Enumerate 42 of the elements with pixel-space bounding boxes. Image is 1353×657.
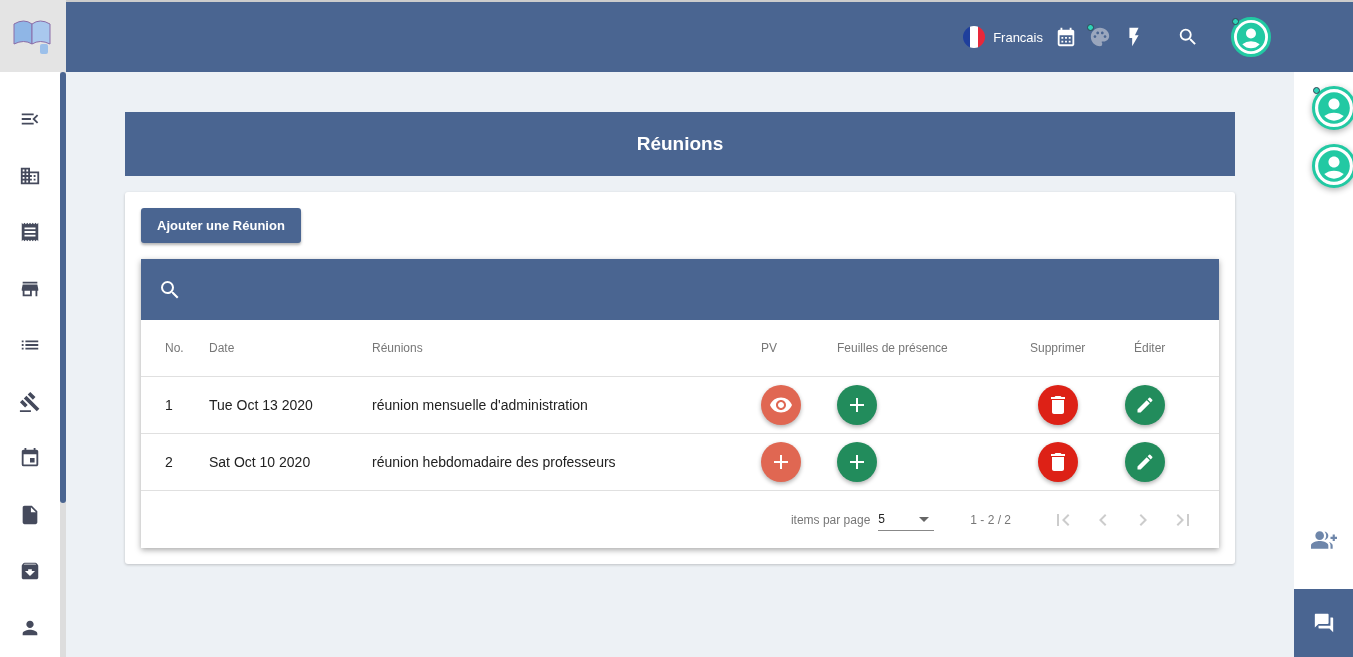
calendar-icon[interactable] xyxy=(19,447,41,469)
pencil-icon xyxy=(1135,452,1155,472)
delete-button[interactable] xyxy=(1038,385,1078,425)
calendar-icon[interactable] xyxy=(1055,26,1077,48)
chat-icon xyxy=(1312,612,1335,634)
column-header: Éditer xyxy=(1134,341,1167,355)
pencil-icon xyxy=(1135,395,1155,415)
palette-icon[interactable] xyxy=(1089,26,1111,48)
edit-button[interactable] xyxy=(1125,442,1165,482)
dropdown-caret-icon xyxy=(919,516,930,522)
archive-icon[interactable] xyxy=(19,560,41,582)
table-cell-text: Sat Oct 10 2020 xyxy=(209,454,312,470)
table-cell-text: 2 xyxy=(165,454,174,470)
table-cell-text: 1 xyxy=(165,397,174,413)
chat-button[interactable] xyxy=(1294,589,1353,657)
items-per-page-label: items par page xyxy=(790,512,871,527)
table-cell-text: réunion mensuelle d'administration xyxy=(372,397,589,413)
page-size-select[interactable]: 5 xyxy=(878,508,935,531)
page-title: Réunions xyxy=(125,112,1235,176)
language-label[interactable]: Francais xyxy=(993,29,1043,45)
gavel-icon[interactable] xyxy=(19,390,41,413)
receipt-icon[interactable] xyxy=(19,221,41,243)
add-button[interactable] xyxy=(761,442,801,482)
add-button[interactable] xyxy=(837,385,877,425)
avatar-icon[interactable] xyxy=(1231,17,1271,57)
view-button[interactable] xyxy=(761,385,801,425)
delete-button[interactable] xyxy=(1038,442,1078,482)
search-icon[interactable] xyxy=(1177,26,1199,48)
table-cell-text: réunion hebdomadaire des professeurs xyxy=(372,454,617,470)
edit-button[interactable] xyxy=(1125,385,1165,425)
add-meeting-button[interactable]: Ajouter une Réunion xyxy=(141,208,301,243)
flag-icon[interactable] xyxy=(963,26,986,48)
add-button[interactable] xyxy=(837,442,877,482)
column-header: Feuilles de présence xyxy=(837,341,949,355)
page-range: 1 - 2 / 2 xyxy=(970,512,1011,527)
column-header: Date xyxy=(209,341,236,355)
table-cell-text: Tue Oct 13 2020 xyxy=(209,397,314,413)
scrollbar-thumb[interactable] xyxy=(60,72,66,503)
column-header: Supprimer xyxy=(1030,341,1087,355)
column-header: Réunions xyxy=(372,341,424,355)
column-header: No. xyxy=(165,341,185,355)
column-header: PV xyxy=(761,341,778,355)
